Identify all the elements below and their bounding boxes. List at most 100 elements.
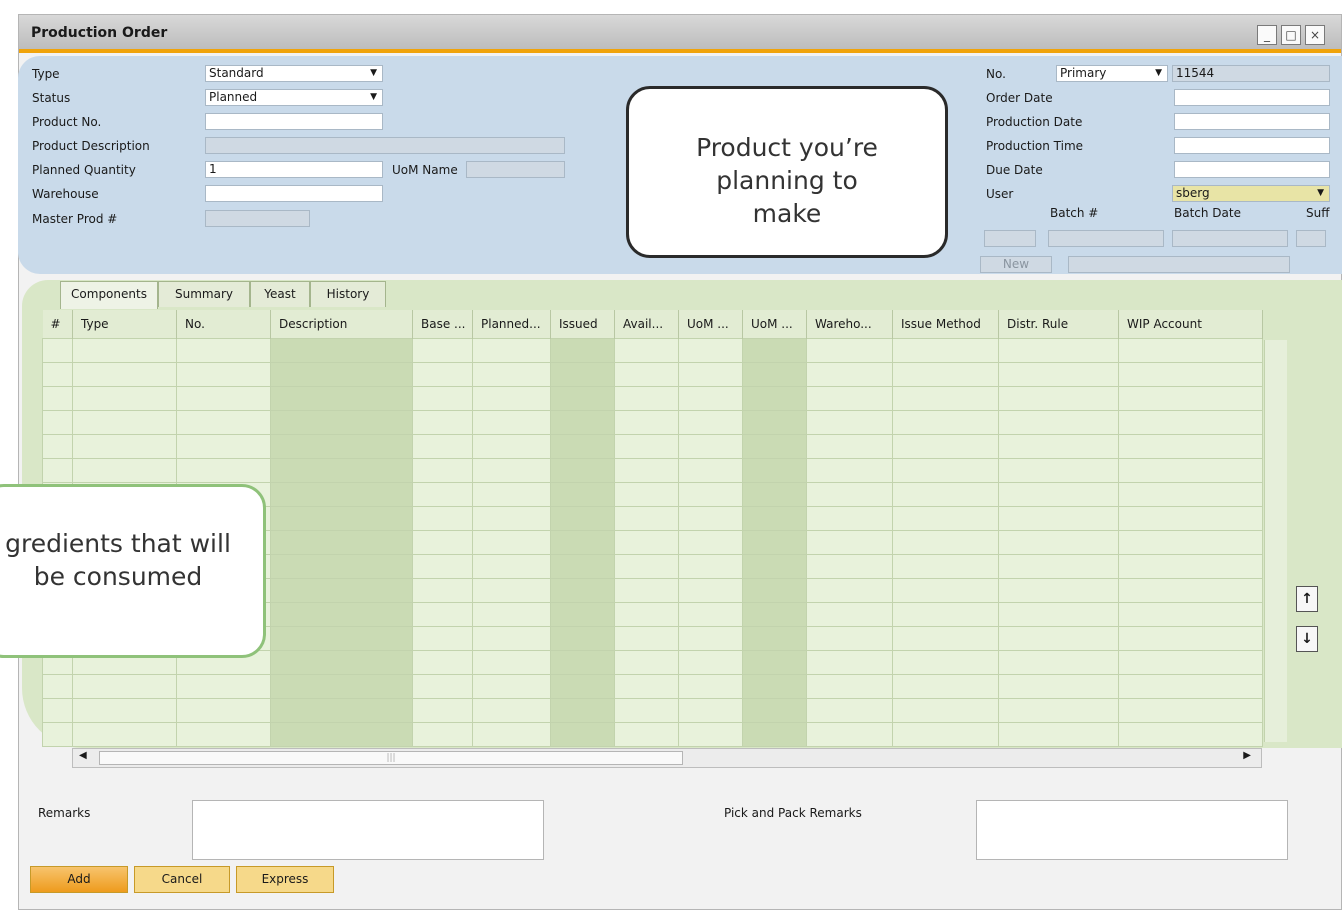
table-cell[interactable]: [892, 578, 999, 603]
table-cell[interactable]: [1118, 530, 1263, 555]
table-cell[interactable]: [614, 602, 679, 627]
table-cell[interactable]: [892, 362, 999, 387]
table-cell[interactable]: [806, 362, 893, 387]
table-cell[interactable]: [42, 386, 73, 411]
table-cell[interactable]: [1118, 578, 1263, 603]
table-cell[interactable]: [550, 530, 615, 555]
tab-components[interactable]: Components: [60, 281, 158, 309]
table-cell[interactable]: [1118, 506, 1263, 531]
table-cell[interactable]: [678, 482, 743, 507]
table-cell[interactable]: [412, 722, 473, 747]
table-cell[interactable]: [42, 362, 73, 387]
table-cell[interactable]: [806, 338, 893, 363]
table-cell[interactable]: [412, 578, 473, 603]
table-cell[interactable]: [72, 386, 177, 411]
table-cell[interactable]: [742, 698, 807, 723]
table-cell[interactable]: [614, 722, 679, 747]
table-cell[interactable]: [998, 410, 1119, 435]
scroll-thumb[interactable]: |||: [99, 751, 683, 765]
table-cell[interactable]: [806, 410, 893, 435]
warehouse-field[interactable]: [205, 185, 383, 202]
table-cell[interactable]: [412, 650, 473, 675]
table-cell[interactable]: [614, 530, 679, 555]
table-cell[interactable]: [412, 458, 473, 483]
table-cell[interactable]: [998, 386, 1119, 411]
column-header[interactable]: Issued: [550, 310, 615, 339]
table-cell[interactable]: [1118, 338, 1263, 363]
table-cell[interactable]: [892, 602, 999, 627]
cancel-button[interactable]: Cancel: [134, 866, 230, 893]
table-row[interactable]: [42, 434, 1263, 459]
table-cell[interactable]: [1118, 602, 1263, 627]
table-cell[interactable]: [742, 506, 807, 531]
express-button[interactable]: Express: [236, 866, 334, 893]
table-cell[interactable]: [998, 698, 1119, 723]
table-row[interactable]: [42, 458, 1263, 483]
table-cell[interactable]: [892, 650, 999, 675]
table-cell[interactable]: [472, 338, 551, 363]
table-cell[interactable]: [678, 530, 743, 555]
table-cell[interactable]: [1118, 554, 1263, 579]
table-cell[interactable]: [614, 362, 679, 387]
column-header[interactable]: UoM ...: [678, 310, 743, 339]
table-cell[interactable]: [806, 722, 893, 747]
table-cell[interactable]: [614, 410, 679, 435]
table-cell[interactable]: [892, 674, 999, 699]
table-cell[interactable]: [72, 362, 177, 387]
table-cell[interactable]: [742, 722, 807, 747]
column-header[interactable]: Issue Method: [892, 310, 999, 339]
table-cell[interactable]: [176, 698, 271, 723]
table-cell[interactable]: [270, 506, 413, 531]
table-cell[interactable]: [550, 602, 615, 627]
table-cell[interactable]: [472, 434, 551, 459]
table-cell[interactable]: [614, 458, 679, 483]
tab-summary[interactable]: Summary: [158, 281, 250, 307]
table-cell[interactable]: [176, 362, 271, 387]
table-cell[interactable]: [72, 698, 177, 723]
planned-quantity-field[interactable]: 1: [205, 161, 383, 178]
table-cell[interactable]: [472, 410, 551, 435]
table-row[interactable]: [42, 410, 1263, 435]
table-cell[interactable]: [806, 554, 893, 579]
table-cell[interactable]: [42, 338, 73, 363]
table-cell[interactable]: [550, 554, 615, 579]
table-cell[interactable]: [892, 458, 999, 483]
column-header[interactable]: Description: [270, 310, 413, 339]
column-header[interactable]: Distr. Rule: [998, 310, 1119, 339]
table-cell[interactable]: [550, 674, 615, 699]
table-cell[interactable]: [270, 554, 413, 579]
column-header[interactable]: Planned...: [472, 310, 551, 339]
table-cell[interactable]: [806, 698, 893, 723]
table-cell[interactable]: [742, 578, 807, 603]
scroll-left-icon[interactable]: ◀: [79, 750, 87, 761]
table-cell[interactable]: [42, 722, 73, 747]
table-cell[interactable]: [678, 458, 743, 483]
table-cell[interactable]: [678, 386, 743, 411]
table-cell[interactable]: [614, 698, 679, 723]
table-cell[interactable]: [270, 410, 413, 435]
table-cell[interactable]: [1118, 362, 1263, 387]
table-cell[interactable]: [270, 434, 413, 459]
table-cell[interactable]: [614, 506, 679, 531]
table-cell[interactable]: [550, 578, 615, 603]
due-date-field[interactable]: [1174, 161, 1330, 178]
table-cell[interactable]: [998, 722, 1119, 747]
table-cell[interactable]: [678, 554, 743, 579]
table-cell[interactable]: [472, 482, 551, 507]
maximize-button[interactable]: □: [1281, 25, 1301, 45]
table-cell[interactable]: [998, 626, 1119, 651]
table-cell[interactable]: [742, 674, 807, 699]
table-cell[interactable]: [614, 482, 679, 507]
table-cell[interactable]: [550, 722, 615, 747]
table-cell[interactable]: [550, 482, 615, 507]
table-cell[interactable]: [472, 650, 551, 675]
table-cell[interactable]: [742, 434, 807, 459]
horizontal-scrollbar[interactable]: ◀ ||| ▶: [72, 748, 1262, 768]
table-cell[interactable]: [270, 602, 413, 627]
table-row[interactable]: [42, 362, 1263, 387]
table-cell[interactable]: [270, 338, 413, 363]
table-cell[interactable]: [42, 458, 73, 483]
table-cell[interactable]: [998, 554, 1119, 579]
new-button[interactable]: New: [980, 256, 1052, 273]
table-cell[interactable]: [998, 530, 1119, 555]
